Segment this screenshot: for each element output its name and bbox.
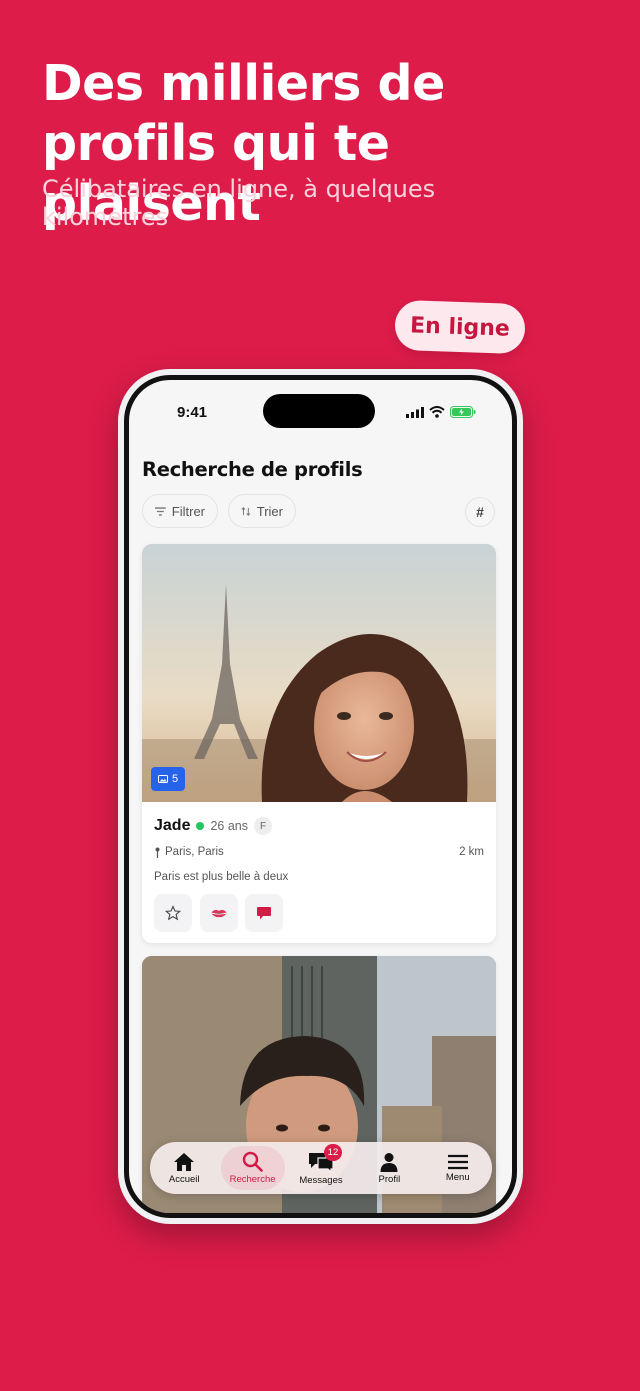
phone-mockup: 9:41 Recherche de profils Filtrer Trier … (118, 369, 523, 1224)
dynamic-island (263, 394, 375, 428)
hashtag-button[interactable]: # (465, 497, 495, 527)
menu-icon (447, 1154, 468, 1169)
profile-distance: 2 km (459, 846, 484, 858)
battery-icon (450, 406, 476, 418)
hero-subline: Célibataires en ligne, à quelques kilomè… (42, 175, 436, 231)
profile-photo[interactable]: 5 (142, 544, 496, 802)
favorite-button[interactable] (154, 894, 192, 932)
photo-count-badge: 5 (151, 767, 185, 791)
wifi-icon (429, 406, 445, 418)
lips-icon (210, 909, 228, 918)
message-button[interactable] (245, 894, 283, 932)
star-icon (165, 905, 181, 921)
sort-button[interactable]: Trier (228, 494, 296, 528)
online-indicator (196, 822, 205, 830)
location-pin-icon (155, 847, 160, 858)
profile-bio: Paris est plus belle à deux (154, 871, 289, 883)
status-icons (406, 406, 476, 418)
nav-item-profil[interactable]: Profil (357, 1146, 421, 1190)
status-time: 9:41 (177, 404, 208, 421)
chat-bubble-icon (257, 906, 271, 919)
user-icon (380, 1152, 398, 1172)
nav-item-menu[interactable]: Menu (426, 1146, 490, 1190)
nav-label: Recherche (229, 1174, 276, 1185)
home-icon (174, 1152, 195, 1171)
phone-bezel: 9:41 Recherche de profils Filtrer Trier … (124, 375, 517, 1218)
location-text: Paris, Paris (165, 846, 224, 858)
nav-label: Profil (378, 1173, 401, 1185)
hashtag-label: # (476, 504, 484, 520)
nav-item-accueil[interactable]: Accueil (152, 1146, 216, 1190)
nav-label: Menu (445, 1171, 470, 1183)
nav-label: Accueil (168, 1173, 200, 1185)
sort-icon (241, 506, 251, 516)
messages-count-badge: 12 (323, 1144, 342, 1161)
photo-count: 5 (171, 773, 179, 785)
kiss-button[interactable] (200, 894, 238, 932)
bottom-nav: Accueil Recherche Messages 12 Profil Men… (150, 1142, 492, 1194)
gender-badge: F (254, 817, 272, 835)
phone-screen: 9:41 Recherche de profils Filtrer Trier … (129, 380, 512, 1213)
photo-illustration (142, 544, 496, 802)
page-title: Recherche de profils (142, 458, 363, 481)
profile-name: Jade (154, 817, 191, 834)
profile-age: 26 ans (210, 819, 248, 833)
nav-label: Messages (299, 1174, 343, 1186)
nav-item-recherche[interactable]: Recherche (220, 1146, 285, 1190)
filter-label: Filtrer (171, 503, 205, 519)
filter-button[interactable]: Filtrer (142, 494, 218, 528)
profile-location: Paris, Paris (154, 846, 224, 858)
profile-header: Jade 26 ans F (154, 817, 272, 835)
profile-card[interactable]: 5 Jade 26 ans F Paris, Paris 2 km Paris … (142, 544, 496, 943)
nav-item-messages[interactable]: Messages 12 (289, 1144, 353, 1190)
signal-icon (406, 406, 424, 418)
filter-icon (155, 506, 166, 516)
search-icon (242, 1151, 263, 1172)
sort-label: Trier (256, 503, 283, 519)
image-icon (157, 775, 168, 783)
online-badge: En ligne (394, 299, 526, 355)
